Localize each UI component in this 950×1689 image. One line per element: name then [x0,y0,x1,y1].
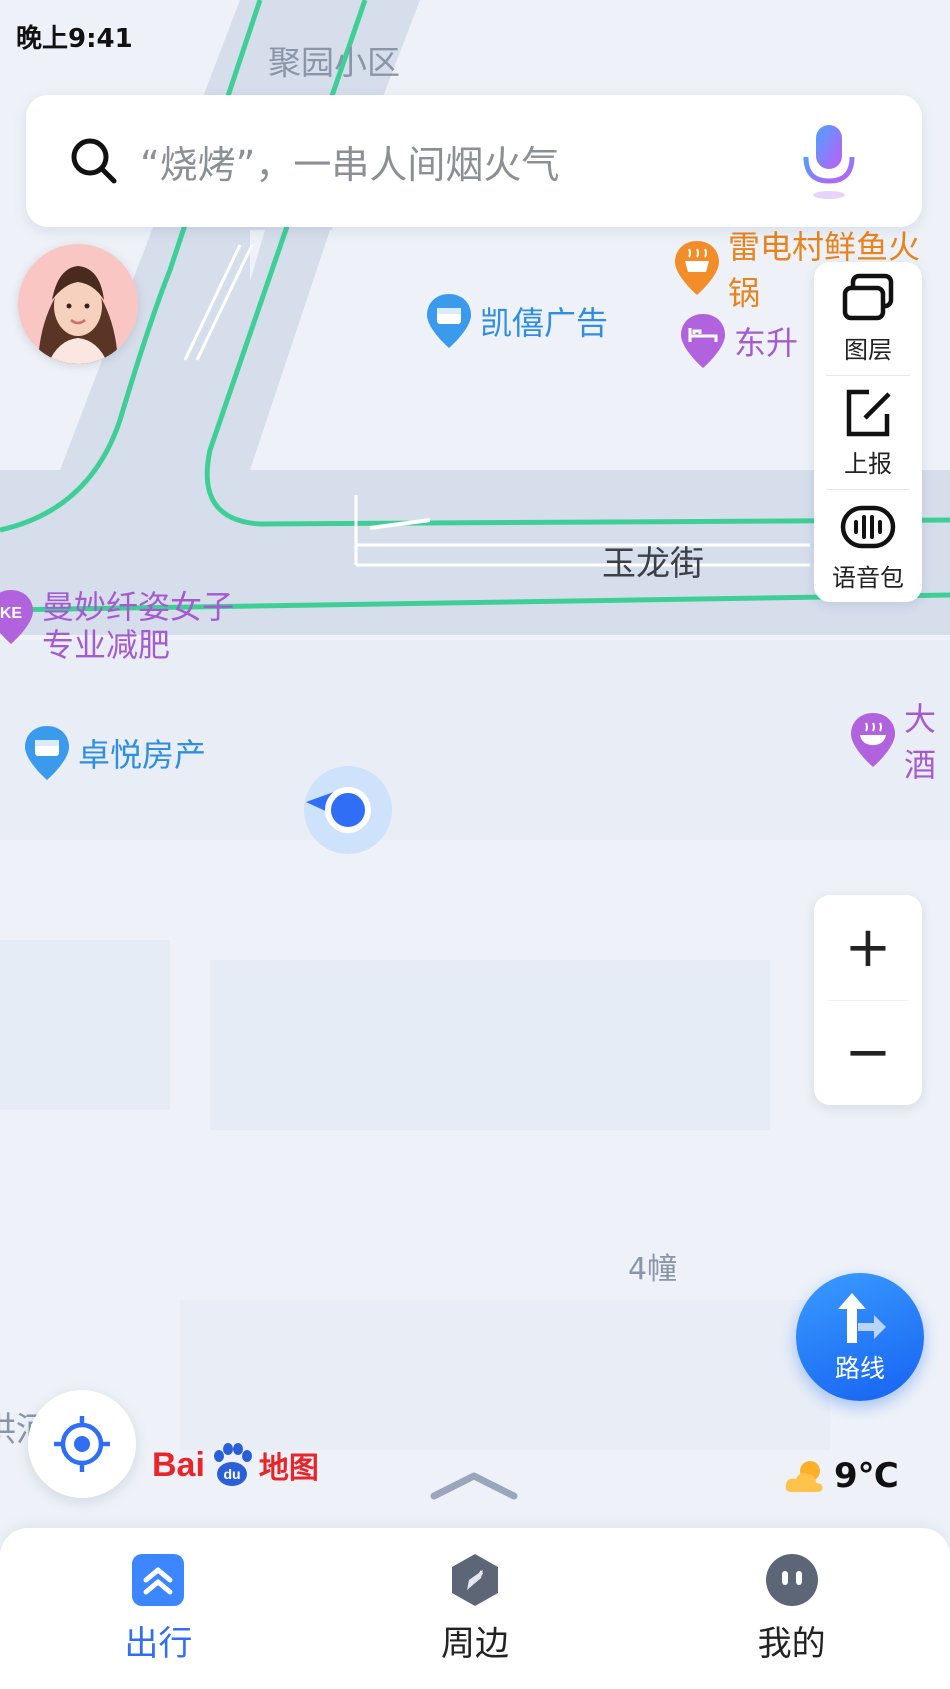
poi-label: 曼妙纤姿女子 专业减肥 [42,588,235,664]
hotel-pin-icon [681,314,725,368]
locate-me-button[interactable] [28,1390,136,1498]
search-bar[interactable]: “烧烤”，一串人间烟火气 [26,95,922,227]
voice-pack-icon [840,505,896,549]
weather-widget[interactable]: 9℃ [784,1456,899,1496]
profile-icon [765,1554,818,1606]
poi-label: 东升 [734,324,799,362]
restaurant-pin-icon [675,241,719,295]
nav-label: 周边 [440,1624,509,1664]
travel-icon [132,1554,185,1606]
route-label: 路线 [834,1354,885,1383]
search-icon [71,138,117,184]
poi-real-estate[interactable]: 卓悦房产 [22,724,206,782]
logo-suffix-text: 地图 [258,1451,319,1486]
nav-item-profile[interactable]: 我的 [692,1552,892,1665]
baidu-paw-icon: du [213,1443,252,1486]
logo-brand-text: Bai [152,1445,205,1484]
nav-label: 出行 [124,1624,193,1664]
zoom-controls: + − [814,895,922,1105]
route-arrow-icon [838,1293,886,1343]
map-label-building: 4幢 [628,1252,678,1287]
poi-hotel[interactable]: 东升 [678,312,798,370]
shop-pin-icon [427,294,471,348]
bath-pin-icon [851,713,895,767]
temperature-text: 9℃ [834,1456,899,1496]
poi-bath-restaurant[interactable]: 大酒 [848,694,950,786]
baidu-map-logo: Bai du 地图 [152,1440,319,1490]
report-label: 上报 [844,450,892,478]
current-location-marker [325,787,371,833]
fitness-pin-icon: KE [0,590,33,644]
poi-label: 凯僖广告 [480,304,609,342]
layers-button[interactable]: 图层 [814,262,922,375]
poi-label: 大酒 [904,700,937,784]
poi-fitness[interactable]: KE 曼妙纤姿女子 专业减肥 [0,588,234,664]
route-button[interactable]: 路线 [796,1273,924,1401]
svg-text:KE: KE [0,605,22,622]
locate-crosshair-icon [54,1416,110,1472]
bottom-nav: 出行 周边 我的 [0,1528,950,1689]
report-icon [846,389,891,437]
map-label-street: 玉龙街 [602,544,704,584]
voice-pack-button[interactable]: 语音包 [826,489,910,603]
expand-panel-chevron-icon[interactable] [428,1470,520,1500]
cloudy-sun-icon [785,1461,823,1492]
nav-item-travel[interactable]: 出行 [58,1552,258,1665]
paw-text: du [223,1466,240,1482]
poi-ad-company[interactable]: 凯僖广告 [424,292,608,350]
microphone-icon[interactable] [794,121,864,201]
zoom-in-button[interactable]: + [814,895,922,1000]
status-bar-time: 晚上9:41 [16,24,133,54]
avatar-image [18,244,138,364]
poi-label: 卓悦房产 [78,736,207,774]
layers-label: 图层 [844,336,892,364]
compass-icon [451,1554,498,1606]
zoom-out-button[interactable]: − [828,999,908,1106]
search-placeholder[interactable]: “烧烤”，一串人间烟火气 [140,134,794,189]
voice-pack-label: 语音包 [832,564,904,592]
report-button[interactable]: 上报 [826,375,910,489]
map-tools-panel: 图层 上报 语音包 [814,262,922,602]
avatar[interactable] [18,244,138,364]
nav-label: 我的 [757,1624,826,1664]
shop-pin-icon [25,726,69,780]
map-label-neighborhood: 聚园小区 [268,43,400,82]
layers-icon [842,273,894,321]
nav-item-nearby[interactable]: 周边 [375,1552,575,1665]
